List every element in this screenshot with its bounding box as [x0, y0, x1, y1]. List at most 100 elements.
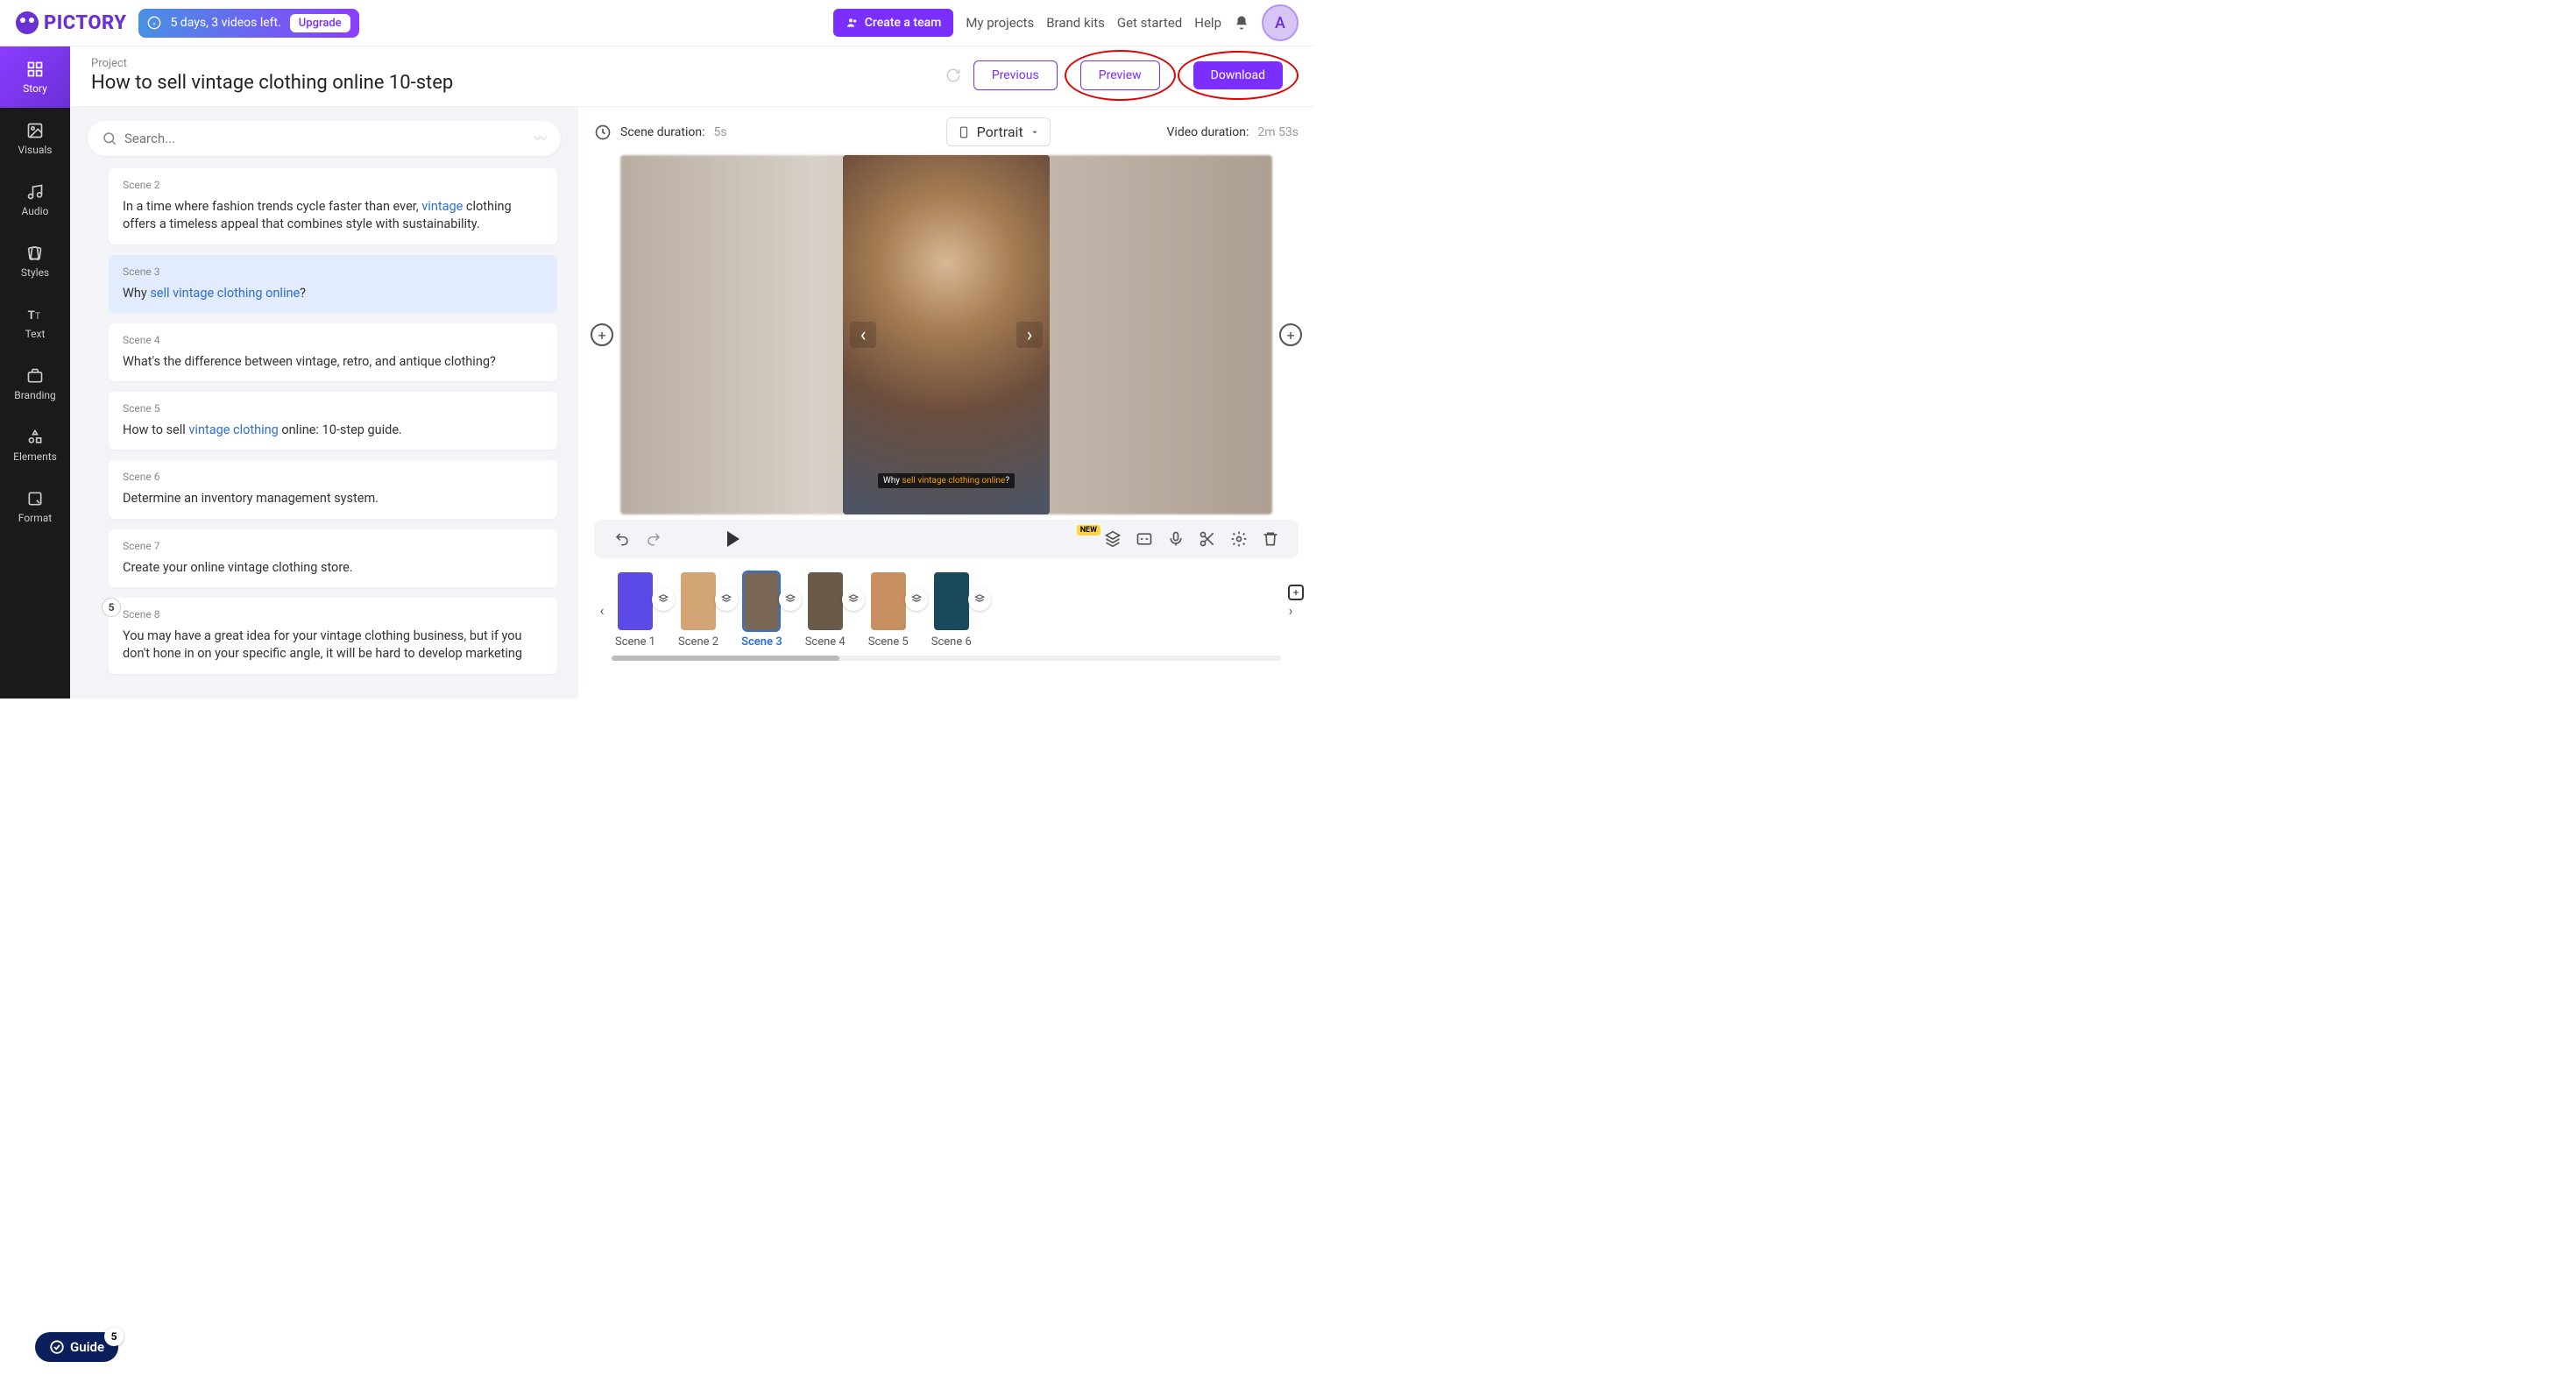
chevron-down-icon — [1030, 128, 1039, 137]
svg-text:T: T — [28, 309, 35, 323]
people-icon — [846, 16, 860, 30]
scene-list[interactable]: Scene 2In a time where fashion trends cy… — [88, 168, 561, 698]
sidebar-item-label: Visuals — [18, 144, 52, 156]
filmstrip: ‹ Scene 1Scene 2Scene 3Scene 4Scene 5Sce… — [594, 567, 1299, 654]
filmstrip-thumb[interactable] — [681, 572, 716, 630]
scene-text[interactable]: How to sell vintage clothing online: 10-… — [123, 422, 543, 439]
add-scene-after-button[interactable]: + — [1279, 323, 1302, 346]
scene-text[interactable]: Create your online vintage clothing stor… — [123, 559, 543, 577]
filmstrip-item[interactable]: Scene 5 — [868, 572, 909, 649]
octopus-icon — [16, 11, 39, 34]
settings-button[interactable] — [1228, 528, 1249, 550]
preview-button[interactable]: Preview — [1080, 60, 1160, 90]
scene-label: Scene 7 — [123, 540, 543, 552]
meta-row: Scene duration: 5s Portrait Video durati… — [594, 117, 1299, 146]
caption-overlay[interactable]: Why sell vintage clothing online? — [878, 473, 1015, 488]
next-scene-arrow[interactable]: › — [1016, 322, 1043, 348]
filmstrip-item[interactable]: Scene 4 — [805, 572, 846, 649]
layers-icon[interactable] — [968, 588, 991, 611]
nav-my-projects[interactable]: My projects — [966, 15, 1034, 31]
nav-brand-kits[interactable]: Brand kits — [1046, 15, 1105, 31]
layers-icon[interactable] — [905, 588, 928, 611]
scene-text[interactable]: What's the difference between vintage, r… — [123, 353, 543, 371]
layers-button[interactable] — [1102, 528, 1123, 550]
captions-button[interactable] — [1134, 528, 1155, 550]
scene-card[interactable]: 5Scene 8You may have a great idea for yo… — [109, 598, 557, 674]
sidebar-item-branding[interactable]: Branding — [0, 353, 70, 415]
guide-button[interactable]: Guide 5 — [35, 1332, 118, 1362]
caption-pre: Why — [883, 476, 902, 486]
filmstrip-item[interactable]: Scene 2 — [678, 572, 718, 649]
trim-button[interactable] — [1197, 528, 1218, 550]
filmstrip-add[interactable]: + — [1288, 585, 1304, 600]
sidebar-item-text[interactable]: TT Text — [0, 292, 70, 353]
sidebar-item-styles[interactable]: Styles — [0, 230, 70, 292]
layers-icon[interactable] — [779, 588, 802, 611]
filmstrip-thumb[interactable] — [808, 572, 843, 630]
search-icon — [102, 131, 117, 146]
filmstrip-track[interactable]: Scene 1 Scene 2 Scene 3 Scene 4 Scene 5 Scene… — [615, 567, 1277, 654]
scene-card[interactable]: Scene 4What's the difference between vin… — [109, 323, 557, 381]
scene-label: Scene 5 — [123, 402, 543, 415]
sidebar-item-audio[interactable]: Audio — [0, 169, 70, 230]
scene-text[interactable]: In a time where fashion trends cycle fas… — [123, 198, 543, 234]
filmstrip-item[interactable]: Scene 3 — [741, 572, 782, 649]
avatar[interactable]: A — [1262, 4, 1299, 41]
trial-text: 5 days, 3 videos left. — [170, 16, 280, 30]
search-box[interactable]: 〰 — [88, 121, 561, 156]
delete-button[interactable] — [1260, 528, 1281, 550]
redo-button[interactable] — [643, 528, 664, 550]
filmstrip-label: Scene 5 — [868, 635, 909, 649]
filmstrip-item[interactable]: Scene 1 — [615, 572, 655, 649]
filmstrip-next[interactable]: › — [1283, 602, 1299, 619]
sidebar-item-label: Format — [18, 512, 52, 524]
layers-icon[interactable] — [652, 588, 675, 611]
play-button[interactable] — [727, 531, 740, 547]
voiceover-button[interactable] — [1165, 528, 1186, 550]
svg-text:T: T — [35, 312, 40, 322]
create-team-button[interactable]: Create a team — [833, 9, 954, 37]
sidebar-item-elements[interactable]: Elements — [0, 415, 70, 476]
nav-get-started[interactable]: Get started — [1117, 15, 1182, 31]
nav-help[interactable]: Help — [1194, 15, 1221, 31]
scene-card[interactable]: Scene 2In a time where fashion trends cy… — [109, 168, 557, 245]
refresh-icon[interactable] — [945, 67, 961, 83]
filmstrip-thumb[interactable] — [744, 572, 779, 630]
project-title[interactable]: How to sell vintage clothing online 10-s… — [91, 72, 945, 94]
sidebar-item-label: Text — [25, 328, 46, 340]
phone-frame[interactable]: ‹ › Why sell vintage clothing online? — [843, 155, 1050, 514]
prev-scene-arrow[interactable]: ‹ — [850, 322, 876, 348]
previous-button[interactable]: Previous — [973, 60, 1058, 90]
sidebar-item-format[interactable]: Format — [0, 476, 70, 537]
scene-card[interactable]: Scene 5 How to sell vintage clothing onli… — [109, 392, 557, 450]
scene-card[interactable]: Scene 7 Create your online vintage clothi… — [109, 529, 557, 587]
filmstrip-thumb[interactable] — [934, 572, 969, 630]
filmstrip-thumb[interactable] — [618, 572, 653, 630]
collapse-icon[interactable]: 〰 — [534, 130, 547, 147]
scene-text[interactable]: You may have a great idea for your vinta… — [123, 628, 543, 663]
scene-card[interactable]: Scene 6Determine an inventory management… — [109, 460, 557, 518]
brand-logo[interactable]: PICTORY — [16, 11, 126, 34]
filmstrip-thumb[interactable] — [871, 572, 906, 630]
bell-icon[interactable] — [1234, 15, 1249, 31]
undo-button[interactable] — [612, 528, 633, 550]
search-input[interactable] — [124, 131, 527, 146]
sidebar-item-label: Branding — [14, 389, 56, 401]
sidebar-item-story[interactable]: Story — [0, 46, 70, 108]
layers-icon[interactable] — [842, 588, 865, 611]
scene-text[interactable]: Determine an inventory management system… — [123, 490, 543, 507]
upgrade-button[interactable]: Upgrade — [290, 14, 350, 32]
sidebar-item-label: Elements — [13, 450, 57, 463]
scene-card[interactable]: Scene 3Why sell vintage clothing online? — [109, 255, 557, 313]
orientation-select[interactable]: Portrait — [946, 117, 1051, 146]
filmstrip-scrollbar[interactable] — [612, 656, 1281, 661]
scene-duration-value[interactable]: 5s — [713, 125, 726, 139]
scene-text[interactable]: Why sell vintage clothing online? — [123, 285, 543, 302]
filmstrip-item[interactable]: Scene 6 — [931, 572, 972, 649]
filmstrip-prev[interactable]: ‹ — [594, 602, 610, 619]
sidebar-item-visuals[interactable]: Visuals — [0, 108, 70, 169]
add-scene-before-button[interactable]: + — [591, 323, 613, 346]
sidebar-item-label: Story — [23, 82, 47, 95]
layers-icon[interactable] — [715, 588, 738, 611]
download-button[interactable]: Download — [1193, 61, 1283, 89]
